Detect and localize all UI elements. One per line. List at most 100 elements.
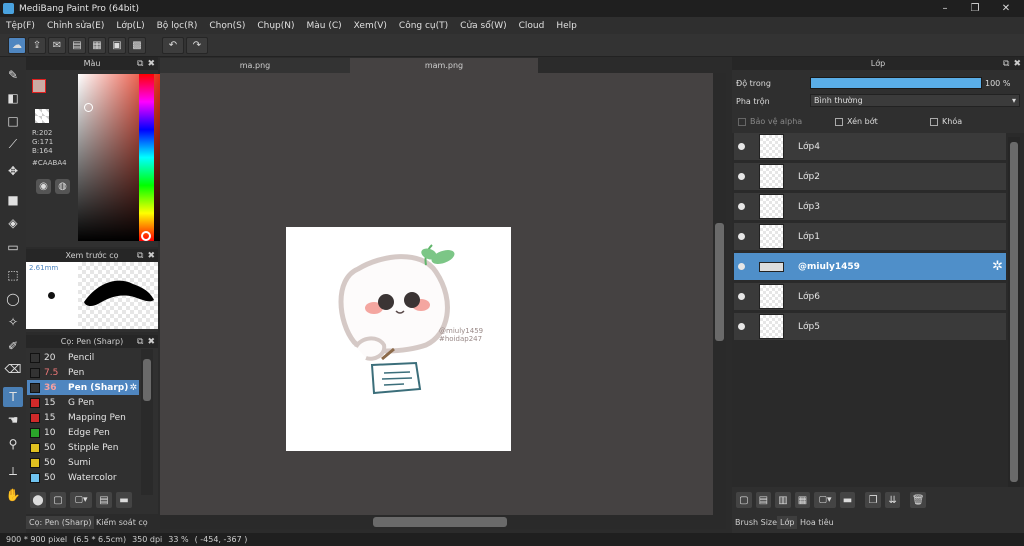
eye-icon[interactable] xyxy=(738,293,745,300)
eye-icon[interactable] xyxy=(738,323,745,330)
menu-color[interactable]: Màu (C) xyxy=(301,21,348,31)
operation-tool-icon[interactable]: ☚ xyxy=(3,410,23,430)
menu-view[interactable]: Xem(V) xyxy=(348,21,393,31)
select-eraser-tool-icon[interactable]: ⌫ xyxy=(3,359,23,379)
brush-item[interactable]: 15 G Pen xyxy=(27,395,139,410)
new-halftone-layer-icon[interactable]: ▤ xyxy=(755,492,772,508)
menu-edit[interactable]: Chỉnh sửa(E) xyxy=(41,21,110,31)
tile-icon[interactable]: ▩ xyxy=(128,37,146,54)
eraser-tool-icon[interactable]: ◧ xyxy=(3,88,23,108)
magic-wand-tool-icon[interactable]: ✧ xyxy=(3,312,23,332)
layer-row[interactable]: Lớp1 xyxy=(734,223,1006,251)
close-panel-icon[interactable]: ✖ xyxy=(147,337,155,347)
palette-icon[interactable]: ◉ xyxy=(36,179,51,194)
eye-icon[interactable] xyxy=(738,173,745,180)
menu-help[interactable]: Help xyxy=(550,21,583,31)
opacity-slider[interactable] xyxy=(810,77,982,89)
menu-tools[interactable]: Công cụ(T) xyxy=(393,21,454,31)
maximize-button[interactable]: ❐ xyxy=(960,0,990,17)
hand-tool-icon[interactable]: ✋ xyxy=(3,485,23,505)
tab-mam-png[interactable]: mam.png xyxy=(350,58,538,73)
tab-layer[interactable]: Lớp xyxy=(777,516,798,529)
transparent-swatch[interactable] xyxy=(35,109,49,123)
eyedropper-tool-icon[interactable]: ⚲ xyxy=(3,434,23,454)
redo-icon[interactable]: ↷ xyxy=(186,37,208,54)
grid-icon[interactable]: ▣ xyxy=(108,37,126,54)
trash-icon[interactable]: 🗑 xyxy=(910,492,927,508)
undock-icon[interactable]: ⧉ xyxy=(1003,59,1009,69)
eye-icon[interactable] xyxy=(738,203,745,210)
layer-row[interactable]: Lớp5 xyxy=(734,313,1006,341)
brush-item[interactable]: 10 Edge Pen xyxy=(27,425,139,440)
hue-slider-handle[interactable] xyxy=(141,231,151,241)
lasso-tool-icon[interactable]: ◯ xyxy=(3,289,23,309)
brush-item-selected[interactable]: 36 Pen (Sharp) ✲ xyxy=(27,380,139,395)
comment-icon[interactable]: ✉ xyxy=(48,37,66,54)
cloud-brush-icon[interactable]: ⬤ xyxy=(30,492,46,508)
undock-icon[interactable]: ⧉ xyxy=(137,251,143,261)
dropper-tool-icon[interactable]: ⟂ xyxy=(3,461,23,481)
layer-row[interactable]: Lớp2 xyxy=(734,163,1006,191)
brush-tool-icon[interactable]: ✎ xyxy=(3,65,23,85)
undock-icon[interactable]: ⧉ xyxy=(137,337,143,347)
brush-item[interactable]: 50 Sumi xyxy=(27,455,139,470)
eye-icon[interactable] xyxy=(738,233,745,240)
close-panel-icon[interactable]: ✖ xyxy=(147,251,155,261)
menu-file[interactable]: Tệp(F) xyxy=(0,21,41,31)
fill-rect-tool-icon[interactable]: ■ xyxy=(3,190,23,210)
tab-brush-control[interactable]: Kiểm soát cọ xyxy=(93,516,151,529)
menu-window[interactable]: Cửa sổ(W) xyxy=(454,21,512,31)
select-pen-tool-icon[interactable]: ✐ xyxy=(3,336,23,356)
gear-icon[interactable]: ✲ xyxy=(992,259,1003,274)
chat-icon[interactable]: ▤ xyxy=(68,37,86,54)
new-1bit-layer-icon[interactable]: ▦ xyxy=(794,492,811,508)
tab-ma-png[interactable]: ma.png xyxy=(160,58,350,73)
canvas-vertical-scrollbar[interactable] xyxy=(713,73,726,515)
menu-filter[interactable]: Bộ lọc(R) xyxy=(151,21,204,31)
select-rect-tool-icon[interactable]: ⬚ xyxy=(3,265,23,285)
gradient-tool-icon[interactable]: ▭ xyxy=(3,237,23,257)
rectangle-tool-icon[interactable]: □ xyxy=(3,111,23,131)
tab-navigator[interactable]: Hoa tiêu xyxy=(797,516,837,529)
layer-list-scrollbar[interactable] xyxy=(1008,137,1020,487)
merge-layer-icon[interactable]: ⇊ xyxy=(884,492,901,508)
undock-icon[interactable]: ⧉ xyxy=(137,59,143,69)
menu-cloud[interactable]: Cloud xyxy=(513,21,551,31)
brush-item[interactable]: 20 Pencil xyxy=(27,350,139,365)
color-picker-cursor[interactable] xyxy=(84,103,93,112)
blend-mode-select[interactable]: Bình thường ▾ xyxy=(810,94,1020,107)
brush-item[interactable]: 15 Mapping Pen xyxy=(27,410,139,425)
protect-alpha-checkbox[interactable]: Bảo vệ alpha xyxy=(738,117,802,126)
line-tool-icon[interactable]: ⟋ xyxy=(3,134,23,154)
import-brush-icon[interactable]: ▤ xyxy=(96,492,112,508)
add-brush-dropdown-icon[interactable]: ▢▾ xyxy=(70,492,92,508)
menu-capture[interactable]: Chụp(N) xyxy=(251,21,300,31)
new-layer-icon[interactable]: ▢ xyxy=(736,492,752,508)
cloud-icon[interactable]: ☁ xyxy=(8,37,26,54)
lock-checkbox[interactable]: Khóa xyxy=(930,117,962,126)
tab-brush-size[interactable]: Brush Size xyxy=(732,516,780,529)
layer-row-selected[interactable]: @miuly1459 ✲ xyxy=(734,253,1006,281)
brush-item[interactable]: 7.5 Pen xyxy=(27,365,139,380)
eye-icon[interactable] xyxy=(738,143,745,150)
canvas-paper[interactable]: @miuly1459 #hoidap247 xyxy=(286,227,511,451)
folder-icon[interactable]: ▬ xyxy=(839,492,856,508)
layer-row[interactable]: Lớp3 xyxy=(734,193,1006,221)
new-brush-icon[interactable]: ▢ xyxy=(50,492,66,508)
brush-item[interactable]: 50 Watercolor xyxy=(27,470,139,485)
close-panel-icon[interactable]: ✖ xyxy=(1013,59,1021,69)
brush-list-scrollbar[interactable] xyxy=(141,349,153,495)
palette-add-icon[interactable]: ◍ xyxy=(55,179,70,194)
tab-brush[interactable]: Cọ: Pen (Sharp) xyxy=(26,516,95,529)
primary-color-swatch[interactable] xyxy=(32,79,46,93)
gear-icon[interactable]: ✲ xyxy=(129,383,137,393)
share-icon[interactable]: ⇪ xyxy=(28,37,46,54)
move-tool-icon[interactable]: ✥ xyxy=(3,161,23,181)
close-button[interactable]: ✕ xyxy=(991,0,1021,17)
hue-slider[interactable] xyxy=(139,74,154,241)
page-icon[interactable]: ▦ xyxy=(88,37,106,54)
clipping-checkbox[interactable]: Xén bớt xyxy=(835,117,878,126)
bucket-tool-icon[interactable]: ◈ xyxy=(3,213,23,233)
duplicate-layer-icon[interactable]: ❐ xyxy=(865,492,881,508)
menu-layer[interactable]: Lớp(L) xyxy=(110,21,150,31)
